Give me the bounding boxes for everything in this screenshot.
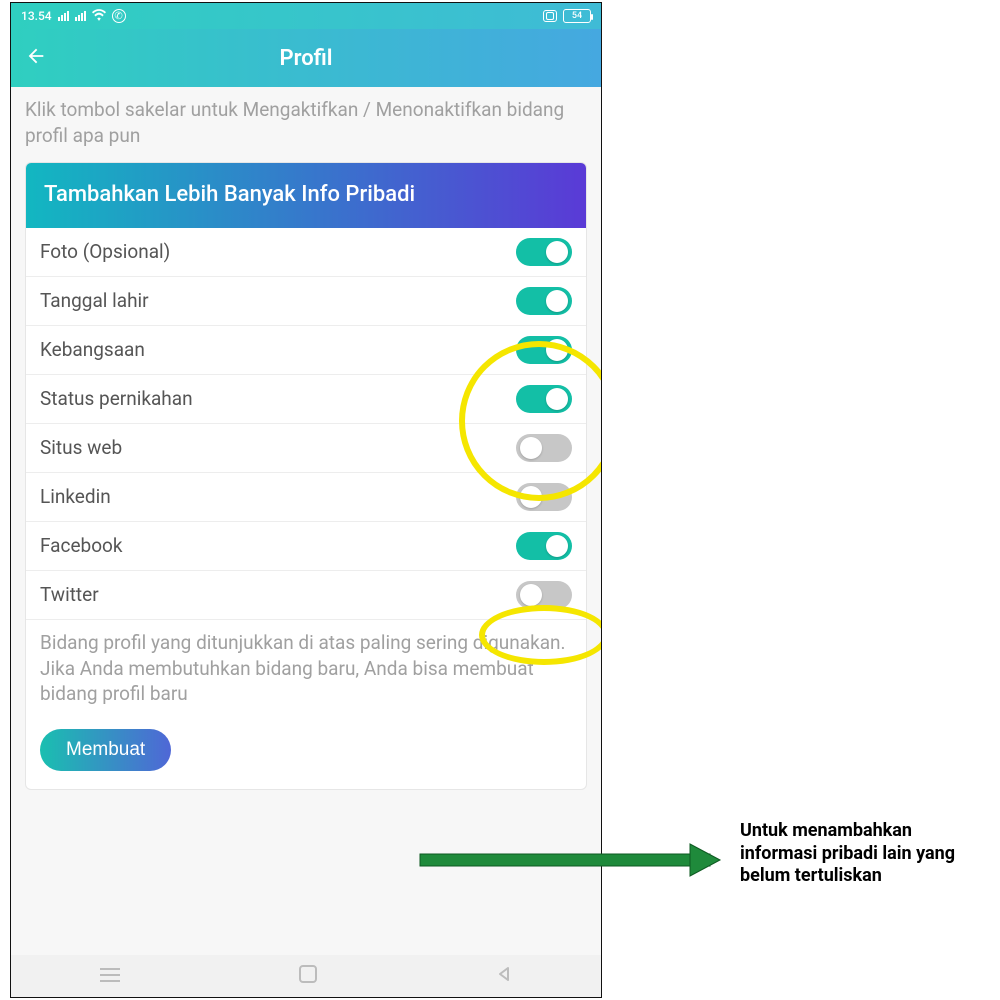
field-label: Linkedin	[40, 485, 111, 508]
field-label: Facebook	[40, 534, 123, 557]
field-row: Facebook	[26, 522, 586, 571]
toggle-switch[interactable]	[516, 238, 572, 266]
home-icon[interactable]	[299, 965, 317, 987]
back-nav-icon[interactable]	[496, 966, 512, 986]
rotation-icon	[543, 10, 557, 22]
toggle-switch[interactable]	[516, 385, 572, 413]
field-row: Kebangsaan	[26, 326, 586, 375]
field-row: Status pernikahan	[26, 375, 586, 424]
signal-icon	[58, 11, 69, 21]
field-label: Tanggal lahir	[40, 289, 149, 312]
annotation-text: Untuk menambahkan informasi pribadi lain…	[740, 820, 990, 888]
annotation-arrow-icon	[390, 840, 730, 880]
page-title: Profil	[25, 46, 587, 71]
toggle-switch[interactable]	[516, 434, 572, 462]
field-label: Kebangsaan	[40, 338, 145, 361]
android-nav-bar	[11, 955, 601, 997]
toggle-switch[interactable]	[516, 287, 572, 315]
create-button[interactable]: Membuat	[40, 729, 171, 771]
helper-text-top: Klik tombol sakelar untuk Mengaktifkan /…	[11, 87, 601, 162]
field-row: Tanggal lahir	[26, 277, 586, 326]
field-row: Foto (Opsional)	[26, 228, 586, 277]
field-label: Twitter	[40, 583, 99, 606]
field-label: Situs web	[40, 436, 122, 459]
toggle-switch[interactable]	[516, 581, 572, 609]
toggle-switch[interactable]	[516, 532, 572, 560]
signal-icon	[75, 11, 86, 21]
toggle-switch[interactable]	[516, 483, 572, 511]
vowifi-icon: ✆	[112, 9, 126, 23]
personal-info-card: Tambahkan Lebih Banyak Info Pribadi Foto…	[25, 162, 587, 790]
toggle-switch[interactable]	[516, 336, 572, 364]
field-label: Status pernikahan	[40, 387, 193, 410]
app-bar: Profil	[11, 29, 601, 87]
field-row: Situs web	[26, 424, 586, 473]
recent-apps-icon[interactable]	[100, 967, 120, 986]
status-bar: 13.54 ✆ 54	[11, 3, 601, 29]
wifi-icon	[92, 9, 106, 24]
field-label: Foto (Opsional)	[40, 240, 170, 263]
battery-icon: 54	[563, 9, 591, 23]
status-time: 13.54	[21, 9, 52, 23]
field-row: Twitter	[26, 571, 586, 620]
card-header: Tambahkan Lebih Banyak Info Pribadi	[26, 163, 586, 228]
field-row: Linkedin	[26, 473, 586, 522]
helper-text-bottom: Bidang profil yang ditunjukkan di atas p…	[26, 620, 586, 713]
